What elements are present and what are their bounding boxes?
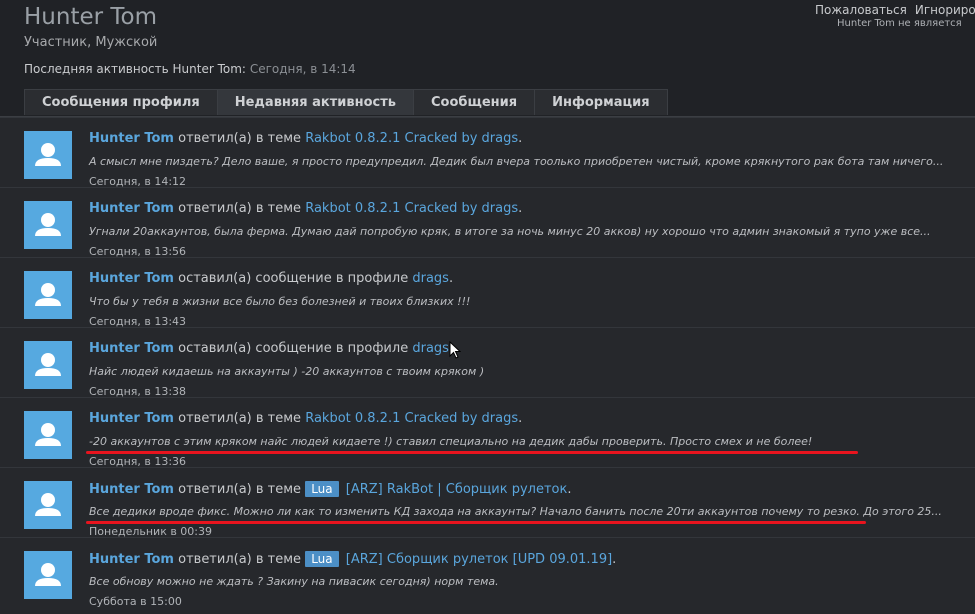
activity-item: Hunter Tom оставил(а) сообщение в профил… — [0, 327, 975, 398]
ignore-link[interactable]: Игнориро — [915, 3, 975, 17]
profile-tabs: Сообщения профиля Недавняя активность Со… — [24, 89, 668, 115]
avatar[interactable] — [24, 411, 72, 459]
tab-recent-activity[interactable]: Недавняя активность — [216, 89, 414, 115]
activity-item: Hunter Tom ответил(а) в теме Rakbot 0.8.… — [0, 397, 975, 468]
activity-headline: Hunter Tom оставил(а) сообщение в профил… — [89, 341, 453, 356]
activity-headline: Hunter Tom оставил(а) сообщение в профил… — [89, 271, 454, 286]
activity-snippet: А смысл мне пиздеть? Дело ваше, я просто… — [89, 155, 944, 168]
activity-headline: Hunter Tom ответил(а) в теме Rakbot 0.8.… — [89, 201, 523, 216]
user-link[interactable]: Hunter Tom — [89, 482, 174, 497]
avatar[interactable] — [24, 201, 72, 249]
action-text: оставил(а) сообщение в профиле — [178, 341, 409, 356]
tab-profile-posts[interactable]: Сообщения профиля — [24, 89, 218, 115]
profile-link[interactable]: drags — [412, 271, 449, 286]
activity-snippet: -20 аккаунтов с этим кряком найс людей к… — [89, 435, 813, 448]
activity-item: Hunter Tom ответил(а) в теме Rakbot 0.8.… — [0, 187, 975, 258]
thread-prefix-badge[interactable]: Lua — [305, 551, 339, 567]
activity-snippet: Все обнову можно не ждать ? Закину на пи… — [89, 575, 499, 588]
user-silhouette-icon — [35, 143, 61, 166]
thread-link[interactable]: [ARZ] Сборщик рулеток [UPD 09.01.19] — [346, 552, 612, 567]
profile-subtitle: Участник, Мужской — [24, 35, 158, 50]
action-text: ответил(а) в теме — [178, 411, 302, 426]
activity-item: Hunter Tom оставил(а) сообщение в профил… — [0, 257, 975, 328]
activity-snippet: Угнали 20аккаунтов, была ферма. Думаю да… — [89, 225, 931, 238]
user-silhouette-icon — [35, 283, 61, 306]
user-silhouette-icon — [35, 353, 61, 376]
activity-headline: Hunter Tom ответил(а) в теме Lua [ARZ] R… — [89, 481, 572, 497]
user-silhouette-icon — [35, 423, 61, 446]
profile-actions: Пожаловаться Игнориро Hunter Tom не являе… — [815, 3, 975, 29]
activity-headline: Hunter Tom ответил(а) в теме Lua [ARZ] С… — [89, 551, 617, 567]
avatar[interactable] — [24, 271, 72, 319]
activity-snippet: Все дедики вроде фикс. Можно ли как то и… — [89, 505, 942, 518]
user-link[interactable]: Hunter Tom — [89, 271, 174, 286]
thread-link[interactable]: Rakbot 0.8.2.1 Cracked by drags — [305, 201, 518, 216]
activity-time: Суббота в 15:00 — [89, 595, 182, 608]
avatar[interactable] — [24, 551, 72, 599]
avatar[interactable] — [24, 131, 72, 179]
user-link[interactable]: Hunter Tom — [89, 131, 174, 146]
action-text: ответил(а) в теме — [178, 552, 302, 567]
mouse-cursor-icon — [449, 340, 462, 363]
red-annotation-underline — [86, 521, 866, 524]
activity-feed: Hunter Tom ответил(а) в теме Rakbot 0.8.… — [0, 116, 975, 614]
activity-headline: Hunter Tom ответил(а) в теме Rakbot 0.8.… — [89, 131, 523, 146]
user-link[interactable]: Hunter Tom — [89, 201, 174, 216]
last-activity: Последняя активность Hunter Tom: Сегодня… — [24, 62, 356, 76]
avatar[interactable] — [24, 481, 72, 529]
red-annotation-underline — [86, 451, 858, 454]
last-activity-label: Последняя активность Hunter Tom: — [24, 62, 246, 76]
thread-link[interactable]: Rakbot 0.8.2.1 Cracked by drags — [305, 411, 518, 426]
activity-item: Hunter Tom ответил(а) в теме Lua [ARZ] R… — [0, 467, 975, 538]
action-text: ответил(а) в теме — [178, 131, 302, 146]
avatar[interactable] — [24, 341, 72, 389]
thread-link[interactable]: Rakbot 0.8.2.1 Cracked by drags — [305, 131, 518, 146]
profile-page: Hunter Tom Участник, Мужской Пожаловатьс… — [0, 0, 975, 614]
profile-link[interactable]: drags — [412, 341, 449, 356]
user-link[interactable]: Hunter Tom — [89, 411, 174, 426]
user-silhouette-icon — [35, 213, 61, 236]
user-silhouette-icon — [35, 563, 61, 586]
tab-information[interactable]: Информация — [534, 89, 668, 115]
action-text: оставил(а) сообщение в профиле — [178, 271, 409, 286]
thread-link[interactable]: [ARZ] RakBot | Сборщик рулеток — [346, 482, 568, 497]
activity-snippet: Найс людей кидаешь на аккаунты ) -20 акк… — [89, 365, 485, 378]
user-link[interactable]: Hunter Tom — [89, 552, 174, 567]
last-activity-time: Сегодня, в 14:14 — [249, 62, 356, 76]
user-link[interactable]: Hunter Tom — [89, 341, 174, 356]
activity-item: Hunter Tom ответил(а) в теме Rakbot 0.8.… — [0, 117, 975, 188]
activity-snippet: Что бы у тебя в жизни все было без болез… — [89, 295, 471, 308]
action-text: ответил(а) в теме — [178, 201, 302, 216]
activity-item: Hunter Tom ответил(а) в теме Lua [ARZ] С… — [0, 537, 975, 608]
activity-headline: Hunter Tom ответил(а) в теме Rakbot 0.8.… — [89, 411, 523, 426]
report-link[interactable]: Пожаловаться — [815, 3, 907, 17]
tab-messages[interactable]: Сообщения — [412, 89, 536, 115]
follow-note: Hunter Tom не является — [837, 18, 962, 29]
action-text: ответил(а) в теме — [178, 482, 302, 497]
thread-prefix-badge[interactable]: Lua — [305, 481, 339, 497]
user-silhouette-icon — [35, 493, 61, 516]
profile-name: Hunter Tom — [24, 4, 158, 30]
